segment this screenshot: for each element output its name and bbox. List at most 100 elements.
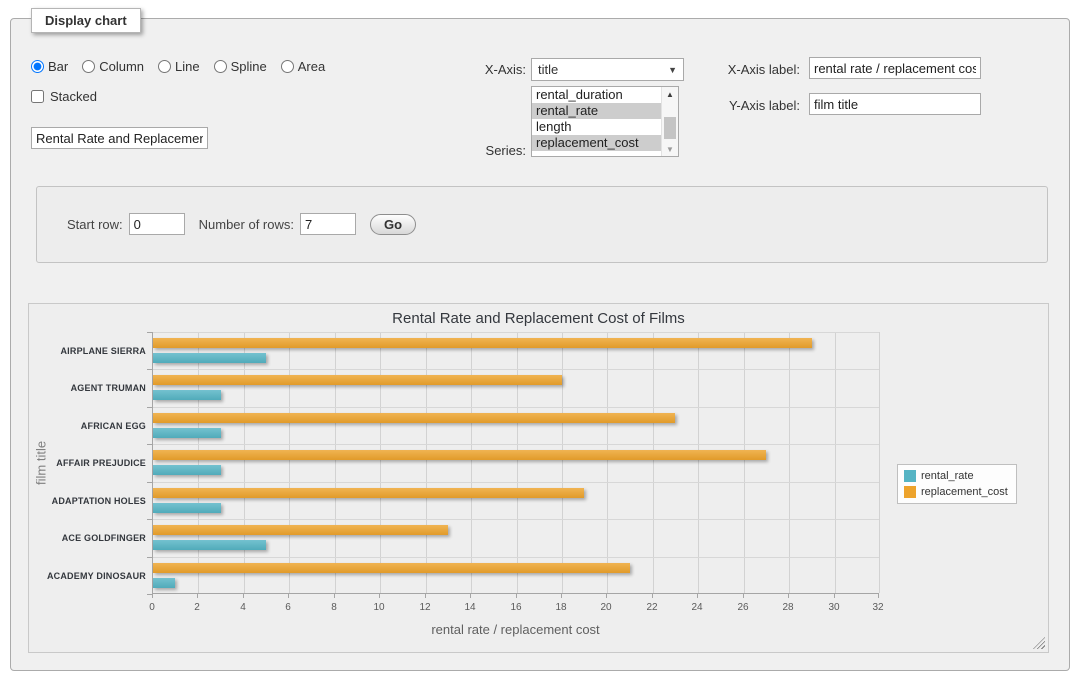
gridline xyxy=(198,332,199,593)
gridline xyxy=(471,332,472,593)
category-gridline xyxy=(153,519,879,520)
tick-label: 26 xyxy=(737,602,748,613)
gridline xyxy=(562,332,563,593)
start-row-input[interactable] xyxy=(129,213,185,235)
category-gridline xyxy=(153,332,879,333)
stacked-checkbox[interactable] xyxy=(31,90,44,103)
category-gridline xyxy=(153,482,879,483)
chart-type-radio-spline[interactable] xyxy=(214,60,227,73)
series-scrollbar[interactable]: ▲ ▼ xyxy=(661,87,678,156)
stacked-label: Stacked xyxy=(50,89,97,104)
legend-label: replacement_cost xyxy=(921,486,1008,498)
axis-tick xyxy=(470,594,471,598)
bar-rental_rate[interactable] xyxy=(153,578,175,588)
chart-legend: rental_rate replacement_cost xyxy=(897,464,1017,504)
category-tick xyxy=(147,369,152,370)
series-option-rental_rate[interactable]: rental_rate xyxy=(532,103,661,119)
legend-label: rental_rate xyxy=(921,470,974,482)
chart-type-option-spline: Spline xyxy=(214,59,267,74)
axis-tick xyxy=(288,594,289,598)
legend-item-replacement_cost[interactable]: replacement_cost xyxy=(904,486,1008,498)
gridline xyxy=(607,332,608,593)
series-option-rental_duration[interactable]: rental_duration xyxy=(532,87,661,103)
chart-title-input[interactable] xyxy=(31,127,208,149)
bar-replacement_cost[interactable] xyxy=(153,338,812,348)
category-label: ACADEMY DINOSAUR xyxy=(29,557,146,594)
axis-tick xyxy=(152,594,153,598)
axis-tick xyxy=(697,594,698,598)
x-axis-label-input[interactable] xyxy=(809,57,981,79)
x-axis-select[interactable]: title ▼ xyxy=(531,58,684,81)
tick-label: 16 xyxy=(510,602,521,613)
chart-type-option-column: Column xyxy=(82,59,144,74)
bar-replacement_cost[interactable] xyxy=(153,563,630,573)
bar-replacement_cost[interactable] xyxy=(153,488,584,498)
series-options: rental_durationrental_ratelengthreplacem… xyxy=(532,87,661,156)
scroll-down-icon[interactable]: ▼ xyxy=(662,142,678,156)
bar-replacement_cost[interactable] xyxy=(153,413,675,423)
category-tick xyxy=(147,407,152,408)
chart-type-radio-line[interactable] xyxy=(158,60,171,73)
gridline xyxy=(380,332,381,593)
num-rows-input[interactable] xyxy=(300,213,356,235)
category-labels: AIRPLANE SIERRAAGENT TRUMANAFRICAN EGGAF… xyxy=(29,332,146,594)
gridline xyxy=(879,332,880,593)
series-option-replacement_cost[interactable]: replacement_cost xyxy=(532,135,661,151)
scrollbar-thumb[interactable] xyxy=(664,117,676,139)
bar-replacement_cost[interactable] xyxy=(153,375,562,385)
gridline xyxy=(789,332,790,593)
tick-label: 22 xyxy=(646,602,657,613)
bar-rental_rate[interactable] xyxy=(153,465,221,475)
legend-swatch-icon xyxy=(904,486,916,498)
y-axis-label-label: Y-Axis label: xyxy=(700,98,800,113)
tick-label: 12 xyxy=(419,602,430,613)
bar-rental_rate[interactable] xyxy=(153,503,221,513)
chart-type-radio-bar[interactable] xyxy=(31,60,44,73)
axis-tick xyxy=(834,594,835,598)
display-chart-panel: Display chart BarColumnLineSplineArea St… xyxy=(10,18,1070,671)
category-label: AGENT TRUMAN xyxy=(29,369,146,406)
tick-label: 32 xyxy=(872,602,883,613)
axis-tick xyxy=(788,594,789,598)
tick-label: 20 xyxy=(600,602,611,613)
legend-item-rental_rate[interactable]: rental_rate xyxy=(904,470,1008,482)
row-range-controls: Start row: Number of rows: Go xyxy=(67,213,416,235)
bar-replacement_cost[interactable] xyxy=(153,450,766,460)
chart-type-radio-column[interactable] xyxy=(82,60,95,73)
chart-type-radio-area[interactable] xyxy=(281,60,294,73)
gridline xyxy=(517,332,518,593)
axis-tick xyxy=(561,594,562,598)
axis-tick xyxy=(334,594,335,598)
tick-label: 14 xyxy=(464,602,475,613)
category-label: AFRICAN EGG xyxy=(29,407,146,444)
gridline xyxy=(244,332,245,593)
bar-rental_rate[interactable] xyxy=(153,353,266,363)
legend-swatch-icon xyxy=(904,470,916,482)
axis-tick xyxy=(425,594,426,598)
go-button[interactable]: Go xyxy=(370,214,416,235)
category-label: AFFAIR PREJUDICE xyxy=(29,444,146,481)
dropdown-arrow-icon: ▼ xyxy=(668,65,677,75)
axis-tick xyxy=(743,594,744,598)
category-gridline xyxy=(153,407,879,408)
panel-legend: Display chart xyxy=(31,8,141,33)
chart-container: Rental Rate and Replacement Cost of Film… xyxy=(28,303,1049,653)
gridline xyxy=(653,332,654,593)
category-tick xyxy=(147,332,152,333)
plot-area xyxy=(152,332,879,594)
chart-title: Rental Rate and Replacement Cost of Film… xyxy=(29,310,1048,327)
resize-handle-icon[interactable] xyxy=(1033,637,1045,649)
category-label: ACE GOLDFINGER xyxy=(29,519,146,556)
bar-rental_rate[interactable] xyxy=(153,540,266,550)
y-axis-label-input[interactable] xyxy=(809,93,981,115)
scroll-up-icon[interactable]: ▲ xyxy=(662,87,678,101)
tick-label: 24 xyxy=(691,602,702,613)
bar-rental_rate[interactable] xyxy=(153,390,221,400)
x-axis-label-label: X-Axis label: xyxy=(700,62,800,77)
gridline xyxy=(289,332,290,593)
bar-replacement_cost[interactable] xyxy=(153,525,448,535)
chart-type-option-area: Area xyxy=(281,59,325,74)
series-option-length[interactable]: length xyxy=(532,119,661,135)
axis-tick xyxy=(878,594,879,598)
bar-rental_rate[interactable] xyxy=(153,428,221,438)
